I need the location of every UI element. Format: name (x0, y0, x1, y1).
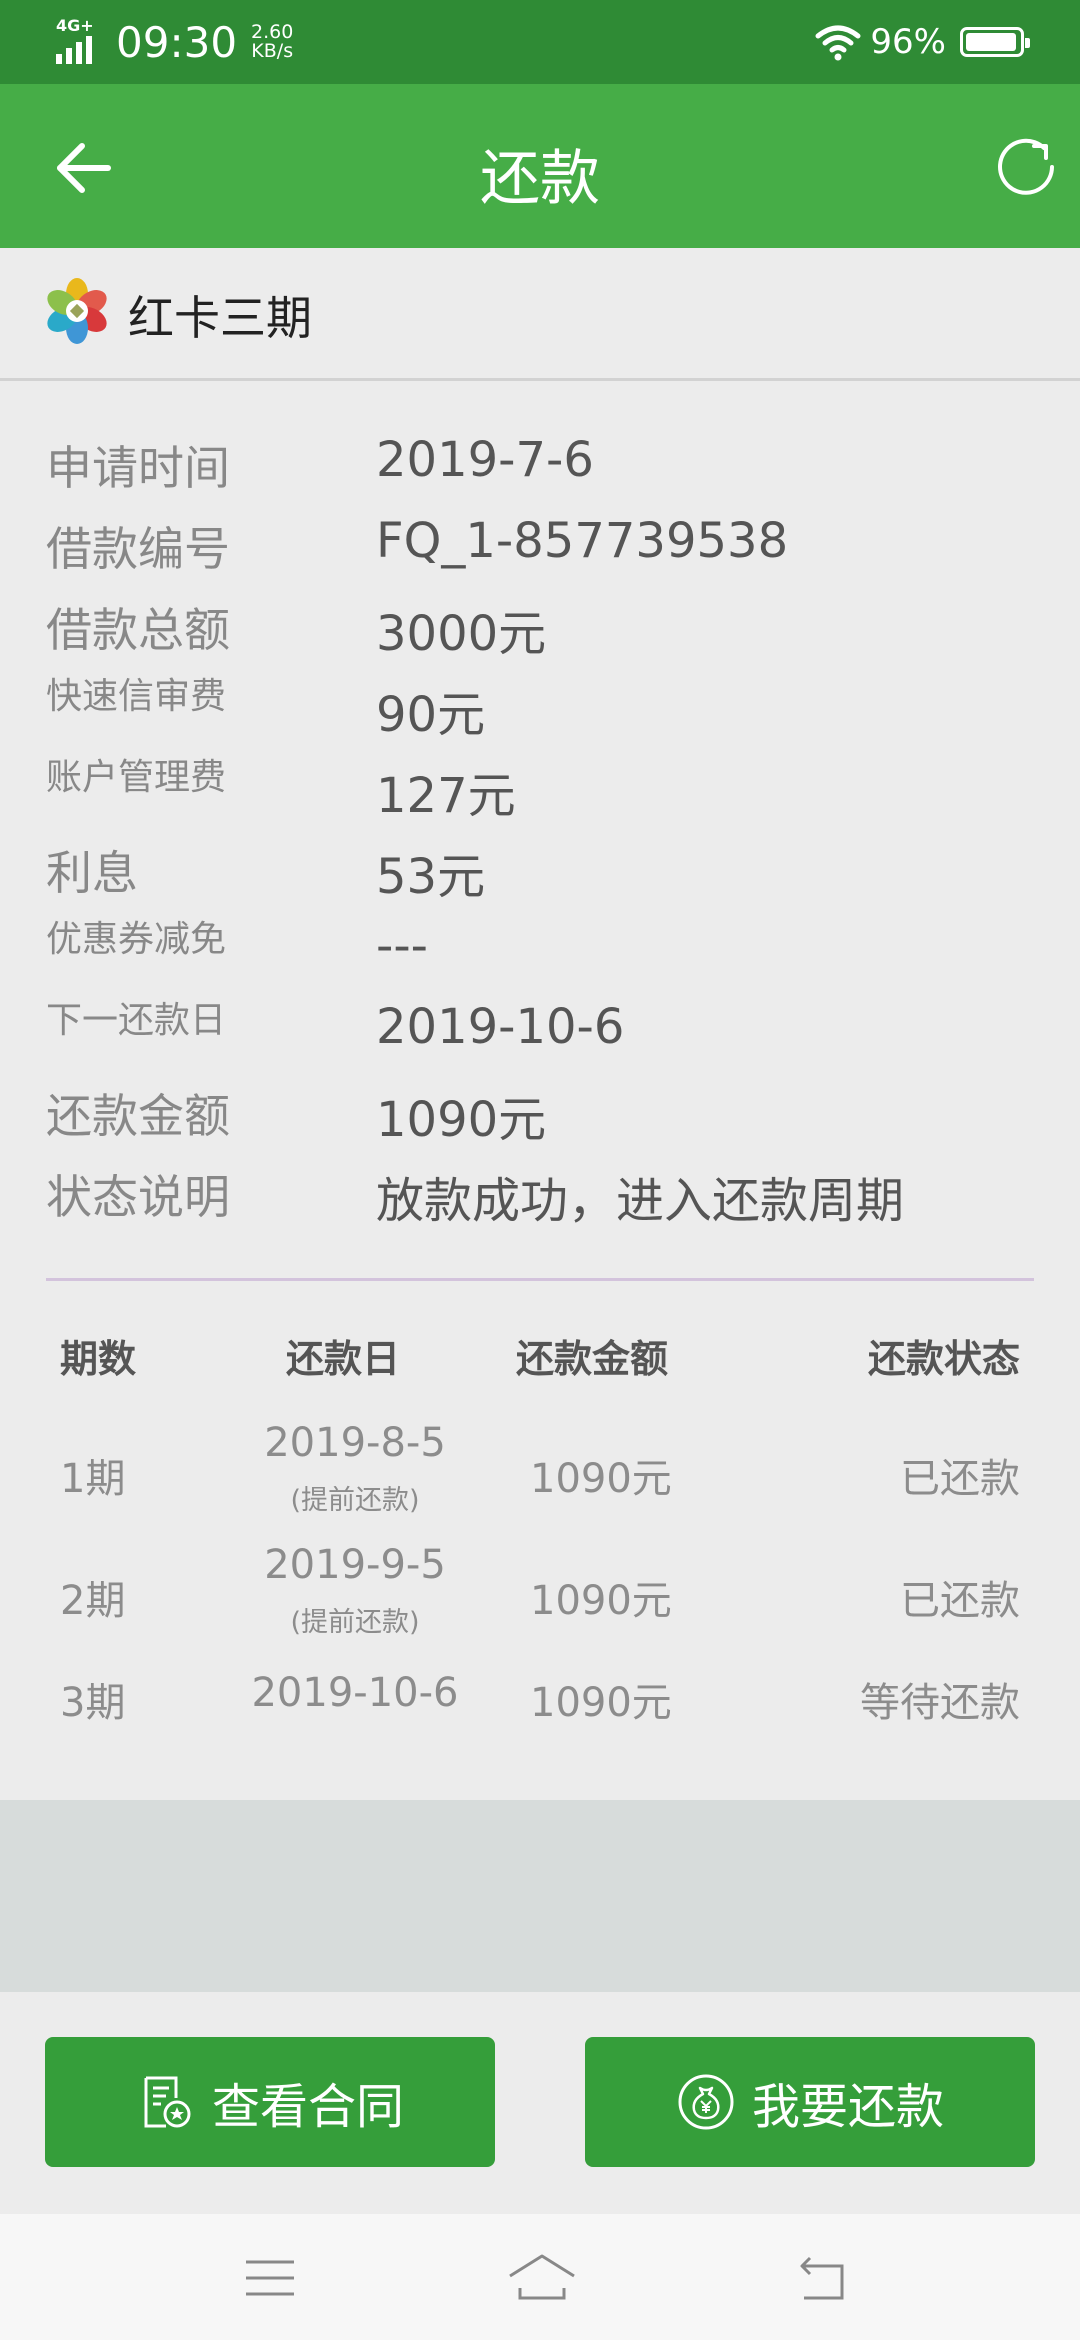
menu-icon[interactable] (240, 2248, 300, 2308)
info-label: 利息 (46, 846, 138, 900)
schedule-status: 等待还款 (860, 1680, 1020, 1726)
info-value: --- (376, 918, 428, 974)
status-right: 96% (814, 14, 1030, 70)
schedule-date: 2019-10-6 (251, 1670, 459, 1716)
info-label: 快速信审费 (46, 676, 227, 717)
wifi-icon (815, 25, 861, 61)
refresh-icon[interactable] (994, 134, 1060, 200)
info-label: 状态说明 (46, 1170, 230, 1224)
signal-icon: 4G+ (56, 16, 106, 66)
schedule-note: (提前还款) (290, 1485, 420, 1516)
info-label: 优惠券减免 (46, 919, 227, 960)
info-row: 优惠券减免 --- (0, 916, 1080, 986)
header-amount: 还款金额 (516, 1337, 669, 1381)
schedule-amount: 1090元 (530, 1578, 672, 1624)
info-value: 90元 (376, 687, 486, 743)
battery-icon (960, 27, 1030, 57)
home-icon[interactable] (506, 2248, 578, 2308)
network-speed-unit: KB/s (251, 40, 294, 62)
product-header: 红卡三期 (0, 248, 1080, 381)
info-row: 状态说明 放款成功，进入还款周期 (0, 1159, 1080, 1229)
clock: 09:30 (116, 17, 238, 67)
back-icon[interactable] (792, 2248, 852, 2308)
info-value: 53元 (376, 849, 486, 905)
info-value: 2019-7-6 (376, 432, 594, 488)
info-row: 利息 53元 (0, 835, 1080, 905)
info-row: 快速信审费 90元 (0, 673, 1080, 743)
status-left: 4G+ 09:30 2.60 KB/s (56, 14, 293, 70)
flower-logo-icon (47, 278, 107, 344)
spacer-band (0, 1800, 1080, 1992)
app-bar: 还款 (0, 84, 1080, 248)
info-value: 3000元 (376, 606, 547, 662)
schedule-note: (提前还款) (290, 1607, 420, 1638)
schedule-status: 已还款 (900, 1456, 1020, 1502)
system-nav-bar (0, 2214, 1080, 2340)
schedule-amount: 1090元 (530, 1680, 672, 1726)
product-name: 红卡三期 (128, 291, 312, 345)
info-value: 1090元 (376, 1092, 547, 1148)
repay-button[interactable]: 我要还款 (585, 2037, 1035, 2167)
info-label: 申请时间 (46, 441, 230, 495)
schedule-date: 2019-9-5 (264, 1542, 446, 1588)
view-contract-label: 查看合同 (211, 2079, 404, 2135)
schedule-status: 已还款 (900, 1578, 1020, 1624)
info-label: 借款总额 (46, 603, 230, 657)
info-label: 借款编号 (46, 522, 230, 576)
info-value: 127元 (376, 768, 516, 824)
info-row: 借款编号 FQ_1-857739538 (0, 511, 1080, 581)
info-label: 还款金额 (46, 1089, 230, 1143)
contract-document-icon (144, 2076, 191, 2128)
info-row: 账户管理费 127元 (0, 754, 1080, 824)
schedule-date: 2019-8-5 (264, 1420, 446, 1466)
info-label: 账户管理费 (46, 757, 227, 798)
info-label: 下一还款日 (46, 1000, 227, 1041)
money-bag-icon (678, 2074, 734, 2130)
network-type: 4G+ (56, 16, 94, 35)
battery-level (966, 33, 1016, 51)
header-date: 还款日 (286, 1337, 401, 1381)
repay-label: 我要还款 (751, 2079, 944, 2135)
battery-percent: 96% (870, 22, 946, 62)
info-row: 还款金额 1090元 (0, 1078, 1080, 1148)
info-row: 借款总额 3000元 (0, 592, 1080, 662)
info-value: 放款成功，进入还款周期 (376, 1173, 905, 1229)
schedule-period: 3期 (60, 1680, 126, 1726)
info-value: 2019-10-6 (376, 999, 625, 1055)
page-title: 还款 (480, 144, 600, 214)
status-bar: 4G+ 09:30 2.60 KB/s 96% (0, 0, 1080, 84)
header-status: 还款状态 (867, 1337, 1020, 1381)
section-divider (46, 1278, 1034, 1281)
network-speed: 2.60 KB/s (251, 23, 293, 61)
schedule-period: 2期 (60, 1578, 126, 1624)
schedule-period: 1期 (60, 1456, 126, 1502)
info-row: 下一还款日 2019-10-6 (0, 997, 1080, 1067)
schedule-amount: 1090元 (530, 1456, 672, 1502)
header-period: 期数 (60, 1337, 137, 1381)
view-contract-button[interactable]: 查看合同 (45, 2037, 495, 2167)
info-value: FQ_1-857739538 (376, 513, 789, 569)
info-row: 申请时间 2019-7-6 (0, 430, 1080, 500)
